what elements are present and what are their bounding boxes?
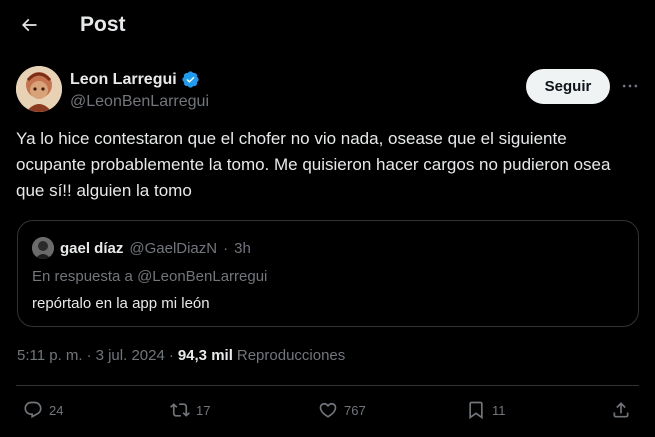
quoted-author-handle: @GaelDiazN <box>129 239 218 257</box>
author-name[interactable]: Leon Larregui <box>70 71 177 89</box>
quoted-reply-to: En respuesta a @LeonBenLarregui <box>32 268 268 285</box>
page-title: Post <box>80 13 126 36</box>
quoted-tweet[interactable]: gael díaz @GaelDiazN · 3h En respuesta a… <box>17 220 639 327</box>
reply-icon <box>24 401 42 419</box>
views-label: Reproducciones <box>236 347 346 364</box>
verified-badge-icon <box>182 71 199 88</box>
divider <box>16 385 639 386</box>
more-horizontal-icon <box>622 84 638 88</box>
quoted-tweet-header: gael díaz @GaelDiazN · 3h <box>32 237 251 259</box>
avatar-image <box>16 66 62 112</box>
meta-separator: · <box>86 347 92 364</box>
share-icon <box>613 402 629 418</box>
follow-button[interactable]: Seguir <box>526 69 610 104</box>
like-count: 767 <box>344 402 366 418</box>
views-count: 94,3 mil <box>177 347 233 364</box>
quoted-author-name: gael díaz <box>60 239 124 257</box>
share-button[interactable] <box>611 400 631 420</box>
heart-icon <box>319 402 337 418</box>
quoted-time: 3h <box>234 239 251 257</box>
author-name-row: Leon Larregui <box>70 70 200 89</box>
bookmark-icon <box>469 401 483 420</box>
author-row: Leon Larregui @LeonBenLarregui Seguir <box>16 66 639 116</box>
arrow-left-icon <box>21 18 37 32</box>
repost-icon <box>170 403 190 417</box>
quoted-text: repórtalo en la app mi león <box>32 295 210 312</box>
reply-count: 24 <box>49 402 64 418</box>
tweet-time[interactable]: 5:11 p. m. <box>17 347 83 364</box>
action-bar: 24 17 767 11 <box>0 396 655 428</box>
meta-separator-2: · <box>168 347 174 364</box>
bookmark-count: 11 <box>492 402 506 418</box>
quoted-avatar <box>32 237 54 259</box>
like-button[interactable]: 767 <box>318 400 366 420</box>
header-bar: Post <box>0 0 655 52</box>
avatar[interactable] <box>16 66 62 112</box>
tweet-date[interactable]: 3 jul. 2024 <box>96 347 165 364</box>
tweet-meta: 5:11 p. m. · 3 jul. 2024 · 94,3 mil Repr… <box>17 347 345 364</box>
bookmark-button[interactable]: 11 <box>466 400 506 420</box>
tweet-text: Ya lo hice contestaron que el chofer no … <box>16 129 611 200</box>
back-button[interactable] <box>12 8 46 42</box>
more-options-button[interactable] <box>616 74 644 98</box>
reply-button[interactable]: 24 <box>23 400 63 420</box>
quoted-separator: · <box>223 239 229 257</box>
repost-count: 17 <box>196 402 211 418</box>
author-handle[interactable]: @LeonBenLarregui <box>70 93 209 111</box>
repost-button[interactable]: 17 <box>170 400 210 420</box>
